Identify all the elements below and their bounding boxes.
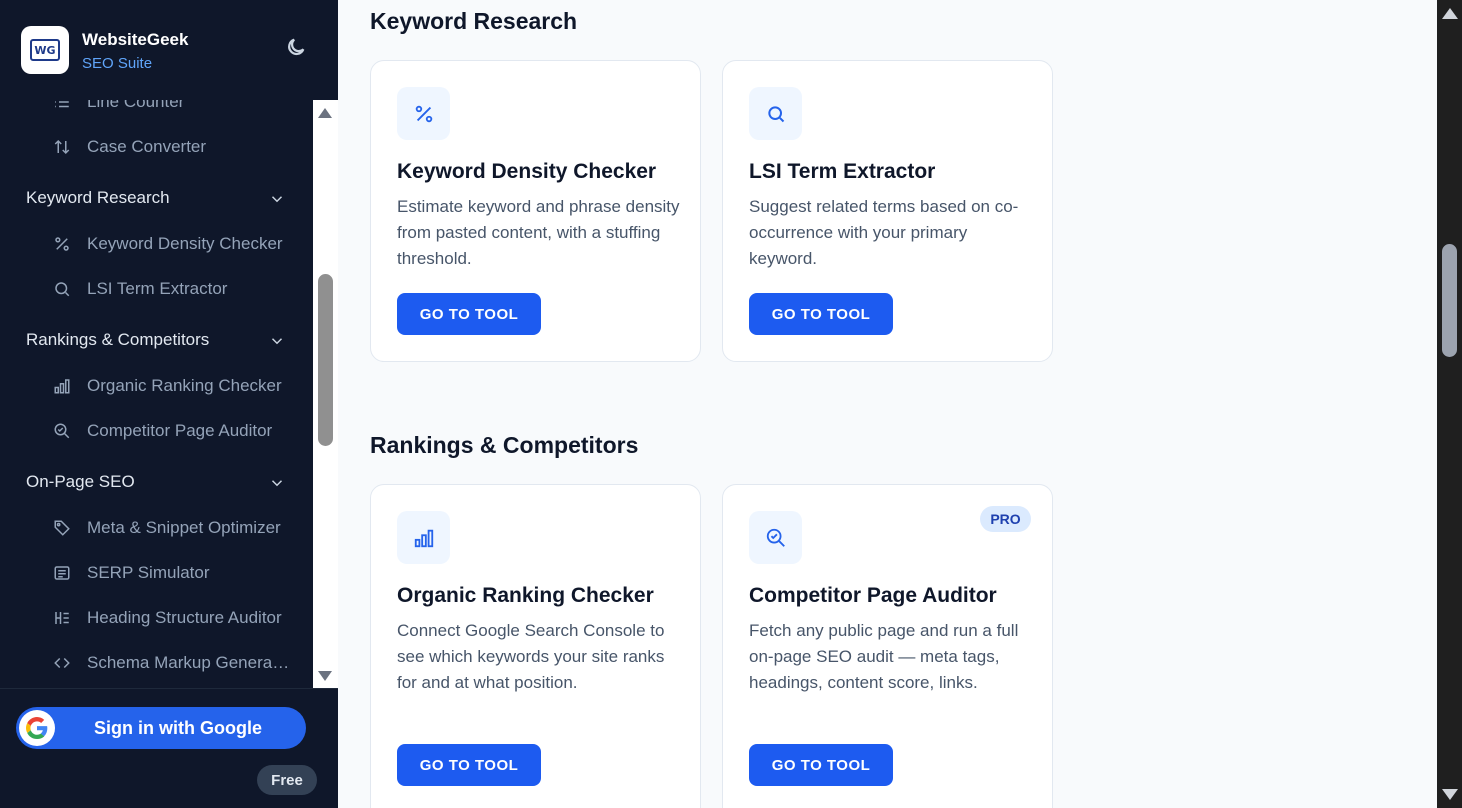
- card-title: Competitor Page Auditor: [749, 584, 997, 607]
- scroll-down-arrow-icon[interactable]: [1442, 789, 1458, 800]
- section-title-rankings: Rankings & Competitors: [370, 432, 639, 458]
- logo[interactable]: WG: [21, 26, 69, 74]
- sidebar-item-label: Meta & Snippet Optimizer: [87, 518, 281, 537]
- section-title-keyword-research: Keyword Research: [370, 8, 578, 34]
- card-title: Keyword Density Checker: [397, 160, 657, 183]
- google-signin-button[interactable]: Sign in with Google: [16, 707, 306, 749]
- sidebar-scrollbar[interactable]: [313, 100, 338, 688]
- main-content: Keyword Research Keyword Density Checker…: [338, 0, 1437, 808]
- brand-subtitle: SEO Suite: [82, 55, 153, 72]
- go-to-tool-button[interactable]: GO TO TOOL: [749, 293, 893, 335]
- sidebar-group-label: Rankings & Competitors: [26, 330, 210, 349]
- sidebar-group-on-page-seo[interactable]: On-Page SEO: [0, 454, 313, 506]
- sidebar-item-lsi-extractor[interactable]: LSI Term Extractor: [0, 267, 313, 312]
- card-title: LSI Term Extractor: [749, 160, 936, 183]
- chevron-down-icon: [268, 332, 286, 350]
- search-icon: [749, 87, 802, 140]
- code-icon: [53, 654, 71, 672]
- sidebar-item-label: Organic Ranking Checker: [87, 376, 282, 395]
- sidebar-item-heading-auditor[interactable]: Heading Structure Auditor: [0, 596, 313, 641]
- scroll-down-arrow-icon[interactable]: [318, 671, 332, 681]
- sidebar-group-rankings[interactable]: Rankings & Competitors: [0, 312, 313, 364]
- tool-card-lsi-extractor: LSI Term Extractor Suggest related terms…: [722, 60, 1053, 362]
- sidebar-group-keyword-research[interactable]: Keyword Research: [0, 170, 313, 222]
- scroll-up-arrow-icon[interactable]: [1442, 8, 1458, 19]
- moon-icon[interactable]: [285, 36, 307, 58]
- chevron-down-icon: [268, 474, 286, 492]
- go-to-tool-button[interactable]: GO TO TOOL: [397, 293, 541, 335]
- scrollbar-thumb[interactable]: [1442, 244, 1457, 357]
- scrollbar-thumb[interactable]: [318, 274, 333, 446]
- card-description: Connect Google Search Console to see whi…: [397, 621, 665, 692]
- sidebar-item-label: LSI Term Extractor: [87, 279, 228, 298]
- sidebar-item-case-converter[interactable]: Case Converter: [0, 125, 313, 170]
- sidebar-item-label: Heading Structure Auditor: [87, 608, 282, 627]
- go-to-tool-button[interactable]: GO TO TOOL: [397, 744, 541, 786]
- search-check-icon: [53, 422, 71, 440]
- sidebar-group-label: On-Page SEO: [26, 472, 135, 491]
- sidebar-item-label: Competitor Page Auditor: [87, 421, 273, 440]
- card-description: Fetch any public page and run a full on-…: [749, 621, 1019, 692]
- tool-card-competitor-auditor: PRO Competitor Page Auditor Fetch any pu…: [722, 484, 1053, 808]
- sidebar-item-serp-simulator[interactable]: SERP Simulator: [0, 551, 313, 596]
- sidebar-item-line-counter[interactable]: Line Counter: [0, 100, 313, 125]
- sidebar-item-keyword-density[interactable]: Keyword Density Checker: [0, 222, 313, 267]
- card-description: Suggest related terms based on co-occurr…: [749, 197, 1019, 268]
- heading-icon: [53, 609, 71, 627]
- chevron-down-icon: [268, 190, 286, 208]
- sidebar-footer: Sign in with Google Free: [0, 688, 338, 808]
- tag-icon: [53, 519, 71, 537]
- sidebar-item-meta-optimizer[interactable]: Meta & Snippet Optimizer: [0, 506, 313, 551]
- bar-chart-icon: [53, 377, 71, 395]
- sidebar-item-label: Keyword Density Checker: [87, 234, 283, 253]
- logo-mark: WG: [30, 39, 60, 61]
- sidebar-item-label: Schema Markup Generator: [87, 653, 292, 672]
- tool-card-keyword-density: Keyword Density Checker Estimate keyword…: [370, 60, 701, 362]
- google-icon: [19, 710, 55, 746]
- plan-badge: Free: [257, 765, 317, 795]
- sidebar-item-schema-generator[interactable]: Schema Markup Generator: [0, 641, 313, 686]
- sidebar-group-label: Keyword Research: [26, 188, 170, 207]
- list-icon: [53, 100, 71, 111]
- sidebar-item-label: Case Converter: [87, 137, 207, 156]
- percent-icon: [397, 87, 450, 140]
- sidebar-item-label: SERP Simulator: [87, 563, 210, 582]
- brand-name: WebsiteGeek: [82, 30, 189, 49]
- percent-icon: [53, 235, 71, 253]
- scroll-up-arrow-icon[interactable]: [318, 108, 332, 118]
- search-icon: [53, 280, 71, 298]
- go-to-tool-button[interactable]: GO TO TOOL: [749, 744, 893, 786]
- sidebar-item-competitor-auditor[interactable]: Competitor Page Auditor: [0, 409, 313, 454]
- card-title: Organic Ranking Checker: [397, 584, 654, 607]
- brand-header: WG WebsiteGeek SEO Suite: [0, 0, 338, 100]
- sidebar: WG WebsiteGeek SEO Suite Line Counter Ca…: [0, 0, 338, 808]
- sidebar-item-label: Line Counter: [87, 100, 185, 111]
- tool-card-organic-ranking: Organic Ranking Checker Connect Google S…: [370, 484, 701, 808]
- google-signin-label: Sign in with Google: [94, 718, 262, 738]
- page-scrollbar[interactable]: [1437, 0, 1462, 808]
- card-description: Estimate keyword and phrase density from…: [397, 197, 680, 268]
- bar-chart-icon: [397, 511, 450, 564]
- sidebar-item-organic-ranking[interactable]: Organic Ranking Checker: [0, 364, 313, 409]
- arrows-updown-icon: [53, 138, 71, 156]
- document-icon: [53, 564, 71, 582]
- sidebar-nav: Line Counter Case Converter Keyword Rese…: [0, 100, 313, 688]
- pro-badge: PRO: [980, 506, 1031, 532]
- search-check-icon: [749, 511, 802, 564]
